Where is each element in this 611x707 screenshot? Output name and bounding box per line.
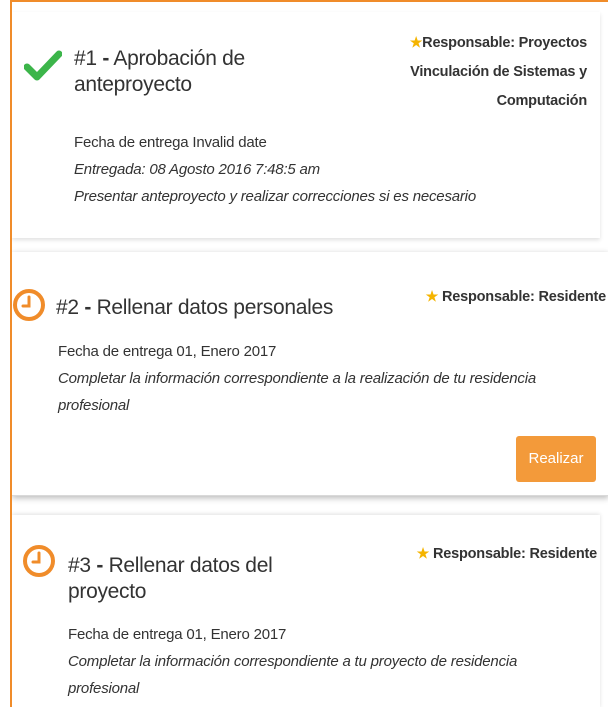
task-description: profesional [58, 397, 130, 414]
task-description: profesional [68, 680, 140, 697]
task-dash: - [102, 47, 110, 70]
check-icon [23, 50, 63, 87]
task-description: Completar la información correspondiente… [68, 653, 518, 670]
realizar-button[interactable]: Realizar [516, 436, 596, 482]
task-dash: - [96, 554, 104, 577]
star-icon: ★ [416, 545, 430, 561]
responsible: ★ Responsable: Residente [377, 539, 597, 569]
task-title: #1 - Aprobación de anteproyecto [74, 46, 304, 98]
task-dash: - [84, 296, 92, 319]
responsible-line: Responsable: Residente [432, 546, 597, 562]
responsible-line: Responsable: Residente [441, 289, 606, 305]
task-number: #2 [56, 296, 79, 319]
star-icon: ★ [425, 288, 439, 304]
task-number: #1 [74, 47, 97, 70]
responsible: ★Responsable: Proyectos Vinculación de S… [327, 28, 587, 116]
responsible: ★ Responsable: Residente [386, 282, 606, 312]
task-card: #1 - Aprobación de anteproyecto ★Respons… [12, 12, 600, 238]
due-date: Fecha de entrega Invalid date [74, 134, 267, 151]
star-icon: ★ [409, 34, 423, 50]
task-title-text: Aprobación de anteproyecto [74, 47, 245, 96]
task-card: #3 - Rellenar datos del proyecto ★ Respo… [12, 515, 600, 707]
task-details: Fecha de entrega Invalid date Entregada:… [74, 129, 594, 210]
clock-icon [12, 288, 46, 327]
responsible-line: Vinculación de Sistemas y [410, 64, 587, 80]
task-title: #3 - Rellenar datos del proyecto [68, 553, 298, 605]
responsible-line: Computación [496, 93, 588, 109]
clock-icon [22, 544, 56, 583]
task-description: Presentar anteproyecto y realizar correc… [74, 188, 476, 205]
task-description: Completar la información correspondiente… [58, 370, 536, 387]
task-list: #1 - Aprobación de anteproyecto ★Respons… [10, 0, 608, 707]
delivered-date: Entregada: 08 Agosto 2016 7:48:5 am [74, 161, 320, 178]
task-details: Fecha de entrega 01, Enero 2017 Completa… [58, 338, 598, 419]
due-date: Fecha de entrega 01, Enero 2017 [58, 343, 277, 360]
responsible-line: Responsable: Proyectos [422, 35, 587, 51]
task-title: #2 - Rellenar datos personales [56, 295, 386, 321]
task-details: Fecha de entrega 01, Enero 2017 Completa… [68, 621, 598, 702]
task-number: #3 [68, 554, 91, 577]
task-title-text: Rellenar datos del [108, 554, 273, 577]
task-card: #2 - Rellenar datos personales ★ Respons… [12, 252, 608, 496]
task-title-text: Rellenar datos personales [96, 296, 334, 319]
due-date: Fecha de entrega 01, Enero 2017 [68, 626, 287, 643]
task-title-text: proyecto [68, 580, 147, 603]
